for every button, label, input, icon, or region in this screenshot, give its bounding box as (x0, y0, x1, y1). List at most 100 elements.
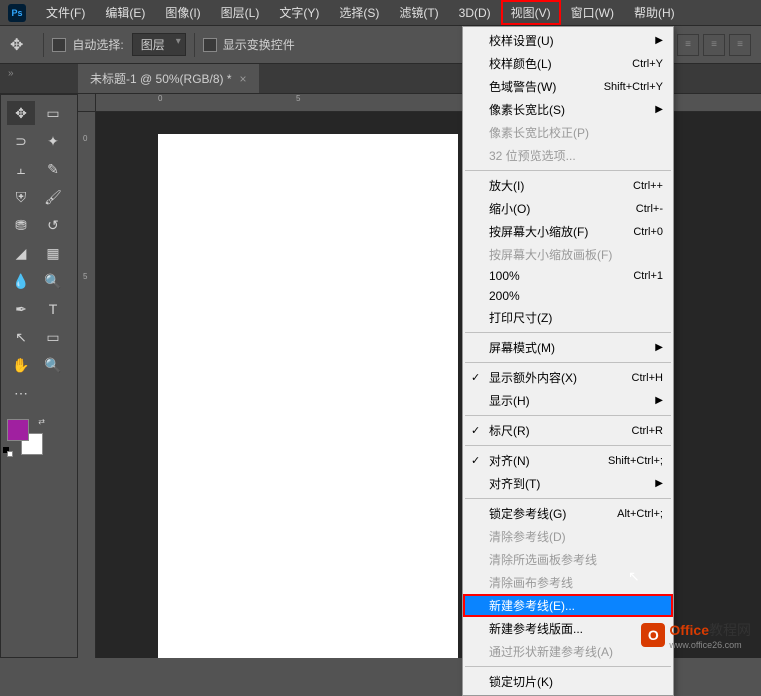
menu-3d[interactable]: 3D(D) (449, 2, 501, 24)
color-swatches[interactable]: ⇄ (7, 419, 43, 455)
menu-shortcut: Alt+Ctrl+; (617, 508, 663, 520)
menu-item[interactable]: ✓标尺(R)Ctrl+R (463, 419, 673, 442)
menu-separator (465, 170, 671, 171)
menu-item[interactable]: 显示(H)▶ (463, 389, 673, 412)
menu-item[interactable]: 屏幕模式(M)▶ (463, 336, 673, 359)
document-canvas[interactable] (158, 134, 458, 658)
menu-item[interactable]: 校样设置(U)▶ (463, 29, 673, 52)
magic-wand-tool[interactable]: ✦ (39, 129, 67, 153)
menu-image[interactable]: 图像(I) (155, 0, 210, 25)
menu-item[interactable]: 新建参考线(E)... (463, 594, 673, 617)
align-icon[interactable]: ≡ (677, 34, 699, 56)
close-icon[interactable]: × (240, 72, 247, 86)
tab-chevrons-icon[interactable]: » (8, 68, 14, 79)
menu-item[interactable]: ✓对齐(N)Shift+Ctrl+; (463, 449, 673, 472)
eraser-tool[interactable]: ◢ (7, 241, 35, 265)
blur-tool[interactable]: 💧 (7, 269, 35, 293)
healing-brush-tool[interactable]: ⛨ (7, 185, 35, 209)
crop-tool[interactable]: ⫠ (7, 157, 35, 181)
menu-item-label: 清除画布参考线 (489, 574, 573, 591)
menu-item-label: 显示额外内容(X) (489, 369, 577, 386)
menu-item-label: 缩小(O) (489, 200, 530, 217)
foreground-color[interactable] (7, 419, 29, 441)
layer-group-dropdown[interactable]: 图层 (132, 33, 186, 56)
ruler-tick: 0 (158, 94, 162, 103)
zoom-tool[interactable]: 🔍 (39, 353, 67, 377)
move-tool[interactable]: ✥ (7, 101, 35, 125)
menu-item[interactable]: 锁定参考线(G) Alt+Ctrl+; (463, 502, 673, 525)
menu-edit[interactable]: 编辑(E) (95, 0, 155, 25)
menu-item-label: 像素长宽比(S) (489, 101, 565, 118)
menu-item: 清除所选画板参考线 (463, 548, 673, 571)
pen-tool[interactable]: ✒ (7, 297, 35, 321)
edit-toolbar[interactable]: ⋯ (7, 381, 35, 405)
menu-item-label: 按屏幕大小缩放画板(F) (489, 246, 612, 263)
clone-stamp-tool[interactable]: ⛃ (7, 213, 35, 237)
swap-colors-icon[interactable]: ⇄ (38, 417, 45, 426)
menu-item[interactable]: 对齐到(T)▶ (463, 472, 673, 495)
submenu-arrow-icon: ▶ (655, 342, 663, 353)
menu-item[interactable]: 放大(I)Ctrl++ (463, 174, 673, 197)
menu-item[interactable]: 色域警告(W)Shift+Ctrl+Y (463, 75, 673, 98)
menu-item[interactable]: 缩小(O)Ctrl+- (463, 197, 673, 220)
menu-type[interactable]: 文字(Y) (269, 0, 329, 25)
menu-item-label: 按屏幕大小缩放(F) (489, 223, 588, 240)
menu-help[interactable]: 帮助(H) (624, 0, 685, 25)
menu-view[interactable]: 视图(V) (501, 0, 561, 25)
menu-file[interactable]: 文件(F) (36, 0, 95, 25)
menu-item[interactable]: 校样颜色(L)Ctrl+Y (463, 52, 673, 75)
check-icon: ✓ (471, 424, 480, 437)
ruler-tick: 5 (83, 272, 87, 281)
rectangle-tool[interactable]: ▭ (39, 325, 67, 349)
menu-shortcut: Ctrl+H (632, 372, 663, 384)
gradient-tool[interactable]: ▦ (39, 241, 67, 265)
lasso-tool[interactable]: ⊃ (7, 129, 35, 153)
menu-item: 按屏幕大小缩放画板(F) (463, 243, 673, 266)
ruler-tick: 5 (296, 94, 300, 103)
watermark-url: www.office26.com (669, 640, 751, 650)
brush-tool[interactable]: 🖌 (39, 185, 67, 209)
menu-item[interactable]: ✓显示额外内容(X)Ctrl+H (463, 366, 673, 389)
menu-item[interactable]: 200% (463, 286, 673, 306)
ruler-vertical[interactable]: 0 5 (78, 112, 96, 658)
divider (43, 33, 44, 57)
align-icon[interactable]: ≡ (729, 34, 751, 56)
marquee-tool[interactable]: ▭ (39, 101, 67, 125)
menu-select[interactable]: 选择(S) (329, 0, 389, 25)
auto-select-checkbox[interactable] (52, 38, 66, 52)
menu-shortcut: Ctrl++ (633, 180, 663, 192)
menu-shortcut: Shift+Ctrl+; (608, 455, 663, 467)
menu-item-label: 锁定参考线(G) (489, 505, 566, 522)
app-logo: Ps (8, 4, 26, 22)
watermark: O Office教程网 www.office26.com (641, 620, 751, 650)
align-icon[interactable]: ≡ (703, 34, 725, 56)
hand-tool[interactable]: ✋ (7, 353, 35, 377)
submenu-arrow-icon: ▶ (655, 478, 663, 489)
auto-select-label: 自动选择: (72, 36, 123, 53)
menu-item[interactable]: 锁定切片(K) (463, 670, 673, 693)
eyedropper-tool[interactable]: ✎ (39, 157, 67, 181)
menu-item[interactable]: 100%Ctrl+1 (463, 266, 673, 286)
document-tab[interactable]: 未标题-1 @ 50%(RGB/8) * × (78, 64, 259, 93)
menu-separator (465, 332, 671, 333)
path-selection-tool[interactable]: ↖ (7, 325, 35, 349)
menu-filter[interactable]: 滤镜(T) (389, 0, 448, 25)
menu-shortcut: Ctrl+0 (633, 226, 663, 238)
menu-item-label: 对齐(N) (489, 452, 530, 469)
history-brush-tool[interactable]: ↺ (39, 213, 67, 237)
show-transform-checkbox[interactable] (203, 38, 217, 52)
menu-item-label: 新建参考线(E)... (489, 597, 575, 614)
submenu-arrow-icon: ▶ (655, 395, 663, 406)
menu-item[interactable]: 按屏幕大小缩放(F) Ctrl+0 (463, 220, 673, 243)
menu-item[interactable]: 像素长宽比(S)▶ (463, 98, 673, 121)
menu-item[interactable]: 打印尺寸(Z) (463, 306, 673, 329)
menu-item-label: 校样颜色(L) (489, 55, 552, 72)
menu-item-label: 清除参考线(D) (489, 528, 566, 545)
type-tool[interactable]: T (39, 297, 67, 321)
default-colors-icon[interactable] (3, 447, 13, 457)
menu-layer[interactable]: 图层(L) (211, 0, 270, 25)
watermark-title: Office教程网 (669, 620, 751, 640)
menu-window[interactable]: 窗口(W) (561, 0, 624, 25)
ruler-tick: 0 (83, 134, 87, 143)
dodge-tool[interactable]: 🔍 (39, 269, 67, 293)
